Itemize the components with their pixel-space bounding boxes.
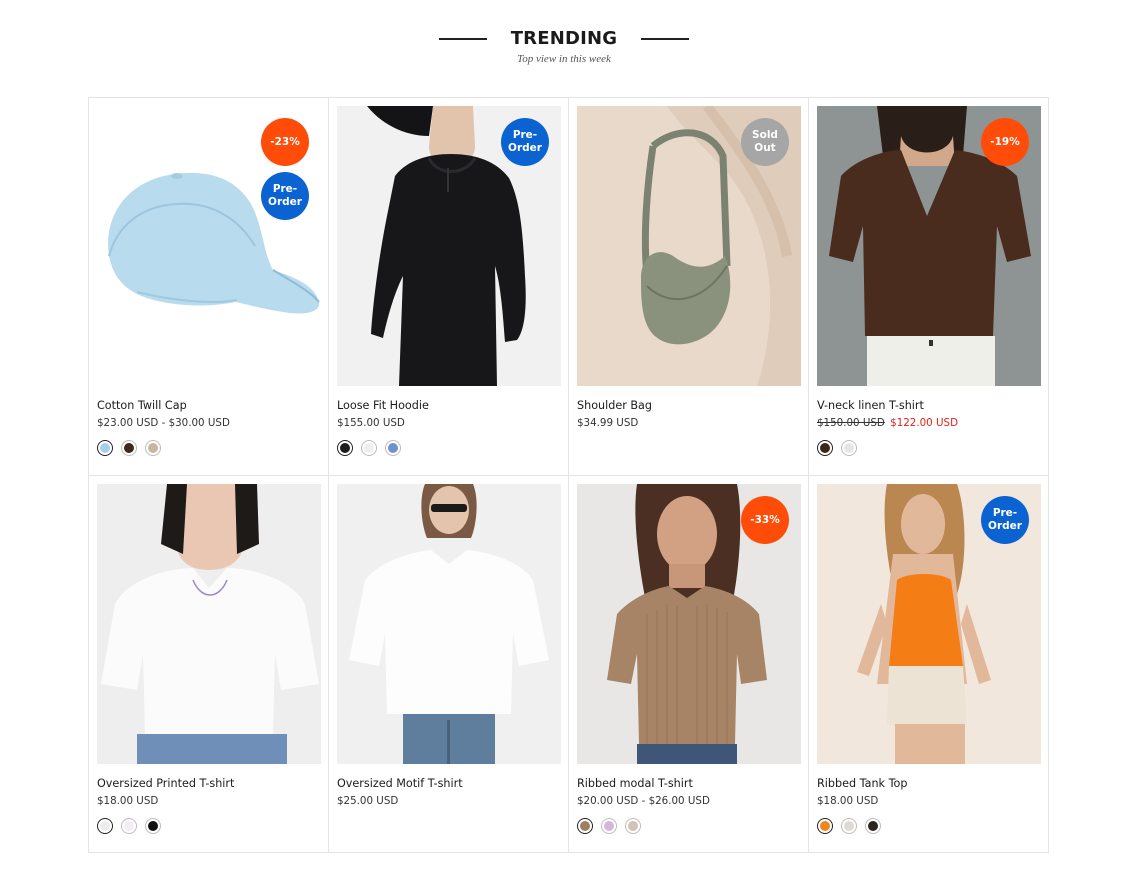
product-image[interactable]: -23% Pre- Order bbox=[97, 106, 321, 386]
color-swatch[interactable] bbox=[145, 818, 161, 834]
section-subtitle: Top view in this week bbox=[517, 53, 611, 65]
discount-badge: -33% bbox=[741, 496, 789, 544]
product-title[interactable]: Ribbed Tank Top bbox=[817, 777, 1040, 790]
color-swatch[interactable] bbox=[601, 818, 617, 834]
color-swatch[interactable] bbox=[385, 440, 401, 456]
color-swatch[interactable] bbox=[817, 818, 833, 834]
color-swatch[interactable] bbox=[97, 440, 113, 456]
preorder-badge: Pre- Order bbox=[501, 118, 549, 166]
product-title[interactable]: Ribbed modal T-shirt bbox=[577, 777, 800, 790]
heading-divider-left bbox=[438, 38, 487, 40]
product-title[interactable]: Cotton Twill Cap bbox=[97, 399, 320, 412]
product-price: $34.99 USD bbox=[577, 417, 639, 429]
motif-tshirt-image bbox=[337, 484, 561, 764]
color-swatches bbox=[577, 818, 800, 834]
sold-out-badge: Sold Out bbox=[741, 118, 789, 166]
product-image[interactable]: Sold Out bbox=[577, 106, 801, 386]
color-swatch[interactable] bbox=[97, 818, 113, 834]
color-swatch[interactable] bbox=[577, 818, 593, 834]
heading-divider-right bbox=[641, 38, 690, 40]
discount-badge: -19% bbox=[981, 118, 1029, 166]
sale-price: $122.00 USD bbox=[890, 417, 958, 429]
color-swatch[interactable] bbox=[817, 440, 833, 456]
color-swatches bbox=[337, 440, 560, 456]
product-card-v-neck-linen-tshirt[interactable]: -19% V-neck linen T-shirt $150.00 USD $1… bbox=[809, 98, 1049, 476]
color-swatch[interactable] bbox=[145, 440, 161, 456]
preorder-badge: Pre- Order bbox=[261, 172, 309, 220]
color-swatch[interactable] bbox=[361, 440, 377, 456]
color-swatch[interactable] bbox=[337, 440, 353, 456]
color-swatch[interactable] bbox=[121, 818, 137, 834]
product-title[interactable]: Oversized Printed T-shirt bbox=[97, 777, 320, 790]
section-heading: TRENDING Top view in this week bbox=[0, 26, 1128, 65]
product-title[interactable]: Oversized Motif T-shirt bbox=[337, 777, 560, 790]
product-price: $25.00 USD bbox=[337, 795, 399, 807]
product-card-oversized-printed-tshirt[interactable]: Oversized Printed T-shirt $18.00 USD bbox=[89, 476, 329, 853]
preorder-badge: Pre- Order bbox=[981, 496, 1029, 544]
product-title[interactable]: Shoulder Bag bbox=[577, 399, 800, 412]
product-title[interactable]: Loose Fit Hoodie bbox=[337, 399, 560, 412]
section-title: TRENDING bbox=[510, 28, 618, 49]
original-price: $150.00 USD bbox=[817, 417, 885, 429]
product-card-ribbed-modal-tshirt[interactable]: -33% Ribbed modal T-shirt $20.00 USD - $… bbox=[569, 476, 809, 853]
color-swatch[interactable] bbox=[841, 818, 857, 834]
discount-badge: -23% bbox=[261, 118, 309, 166]
product-price: $23.00 USD - $30.00 USD bbox=[97, 417, 230, 429]
product-price: $18.00 USD bbox=[817, 795, 879, 807]
product-image[interactable]: -33% bbox=[577, 484, 801, 764]
color-swatch[interactable] bbox=[625, 818, 641, 834]
product-price: $150.00 USD $122.00 USD bbox=[817, 417, 1040, 429]
product-card-cotton-twill-cap[interactable]: -23% Pre- Order Cotton Twill Cap $23.00 … bbox=[89, 98, 329, 476]
product-card-ribbed-tank-top[interactable]: Pre- Order Ribbed Tank Top $18.00 USD bbox=[809, 476, 1049, 853]
product-image[interactable] bbox=[337, 484, 561, 764]
product-title[interactable]: V-neck linen T-shirt bbox=[817, 399, 1040, 412]
product-price: $18.00 USD bbox=[97, 795, 159, 807]
product-card-oversized-motif-tshirt[interactable]: Oversized Motif T-shirt $25.00 USD bbox=[329, 476, 569, 853]
color-swatch[interactable] bbox=[841, 440, 857, 456]
color-swatches bbox=[97, 818, 320, 834]
product-card-loose-fit-hoodie[interactable]: Pre- Order Loose Fit Hoodie $155.00 USD bbox=[329, 98, 569, 476]
product-image[interactable] bbox=[97, 484, 321, 764]
product-price: $20.00 USD - $26.00 USD bbox=[577, 795, 710, 807]
color-swatches bbox=[817, 440, 1040, 456]
product-image[interactable]: Pre- Order bbox=[817, 484, 1041, 764]
color-swatches bbox=[817, 818, 1040, 834]
product-image[interactable]: -19% bbox=[817, 106, 1041, 386]
product-image[interactable]: Pre- Order bbox=[337, 106, 561, 386]
product-grid: -23% Pre- Order Cotton Twill Cap $23.00 … bbox=[88, 97, 1049, 853]
color-swatch[interactable] bbox=[121, 440, 137, 456]
product-card-shoulder-bag[interactable]: Sold Out Shoulder Bag $34.99 USD bbox=[569, 98, 809, 476]
color-swatch[interactable] bbox=[865, 818, 881, 834]
product-price: $155.00 USD bbox=[337, 417, 405, 429]
color-swatches bbox=[97, 440, 320, 456]
printed-tshirt-image bbox=[97, 484, 321, 764]
